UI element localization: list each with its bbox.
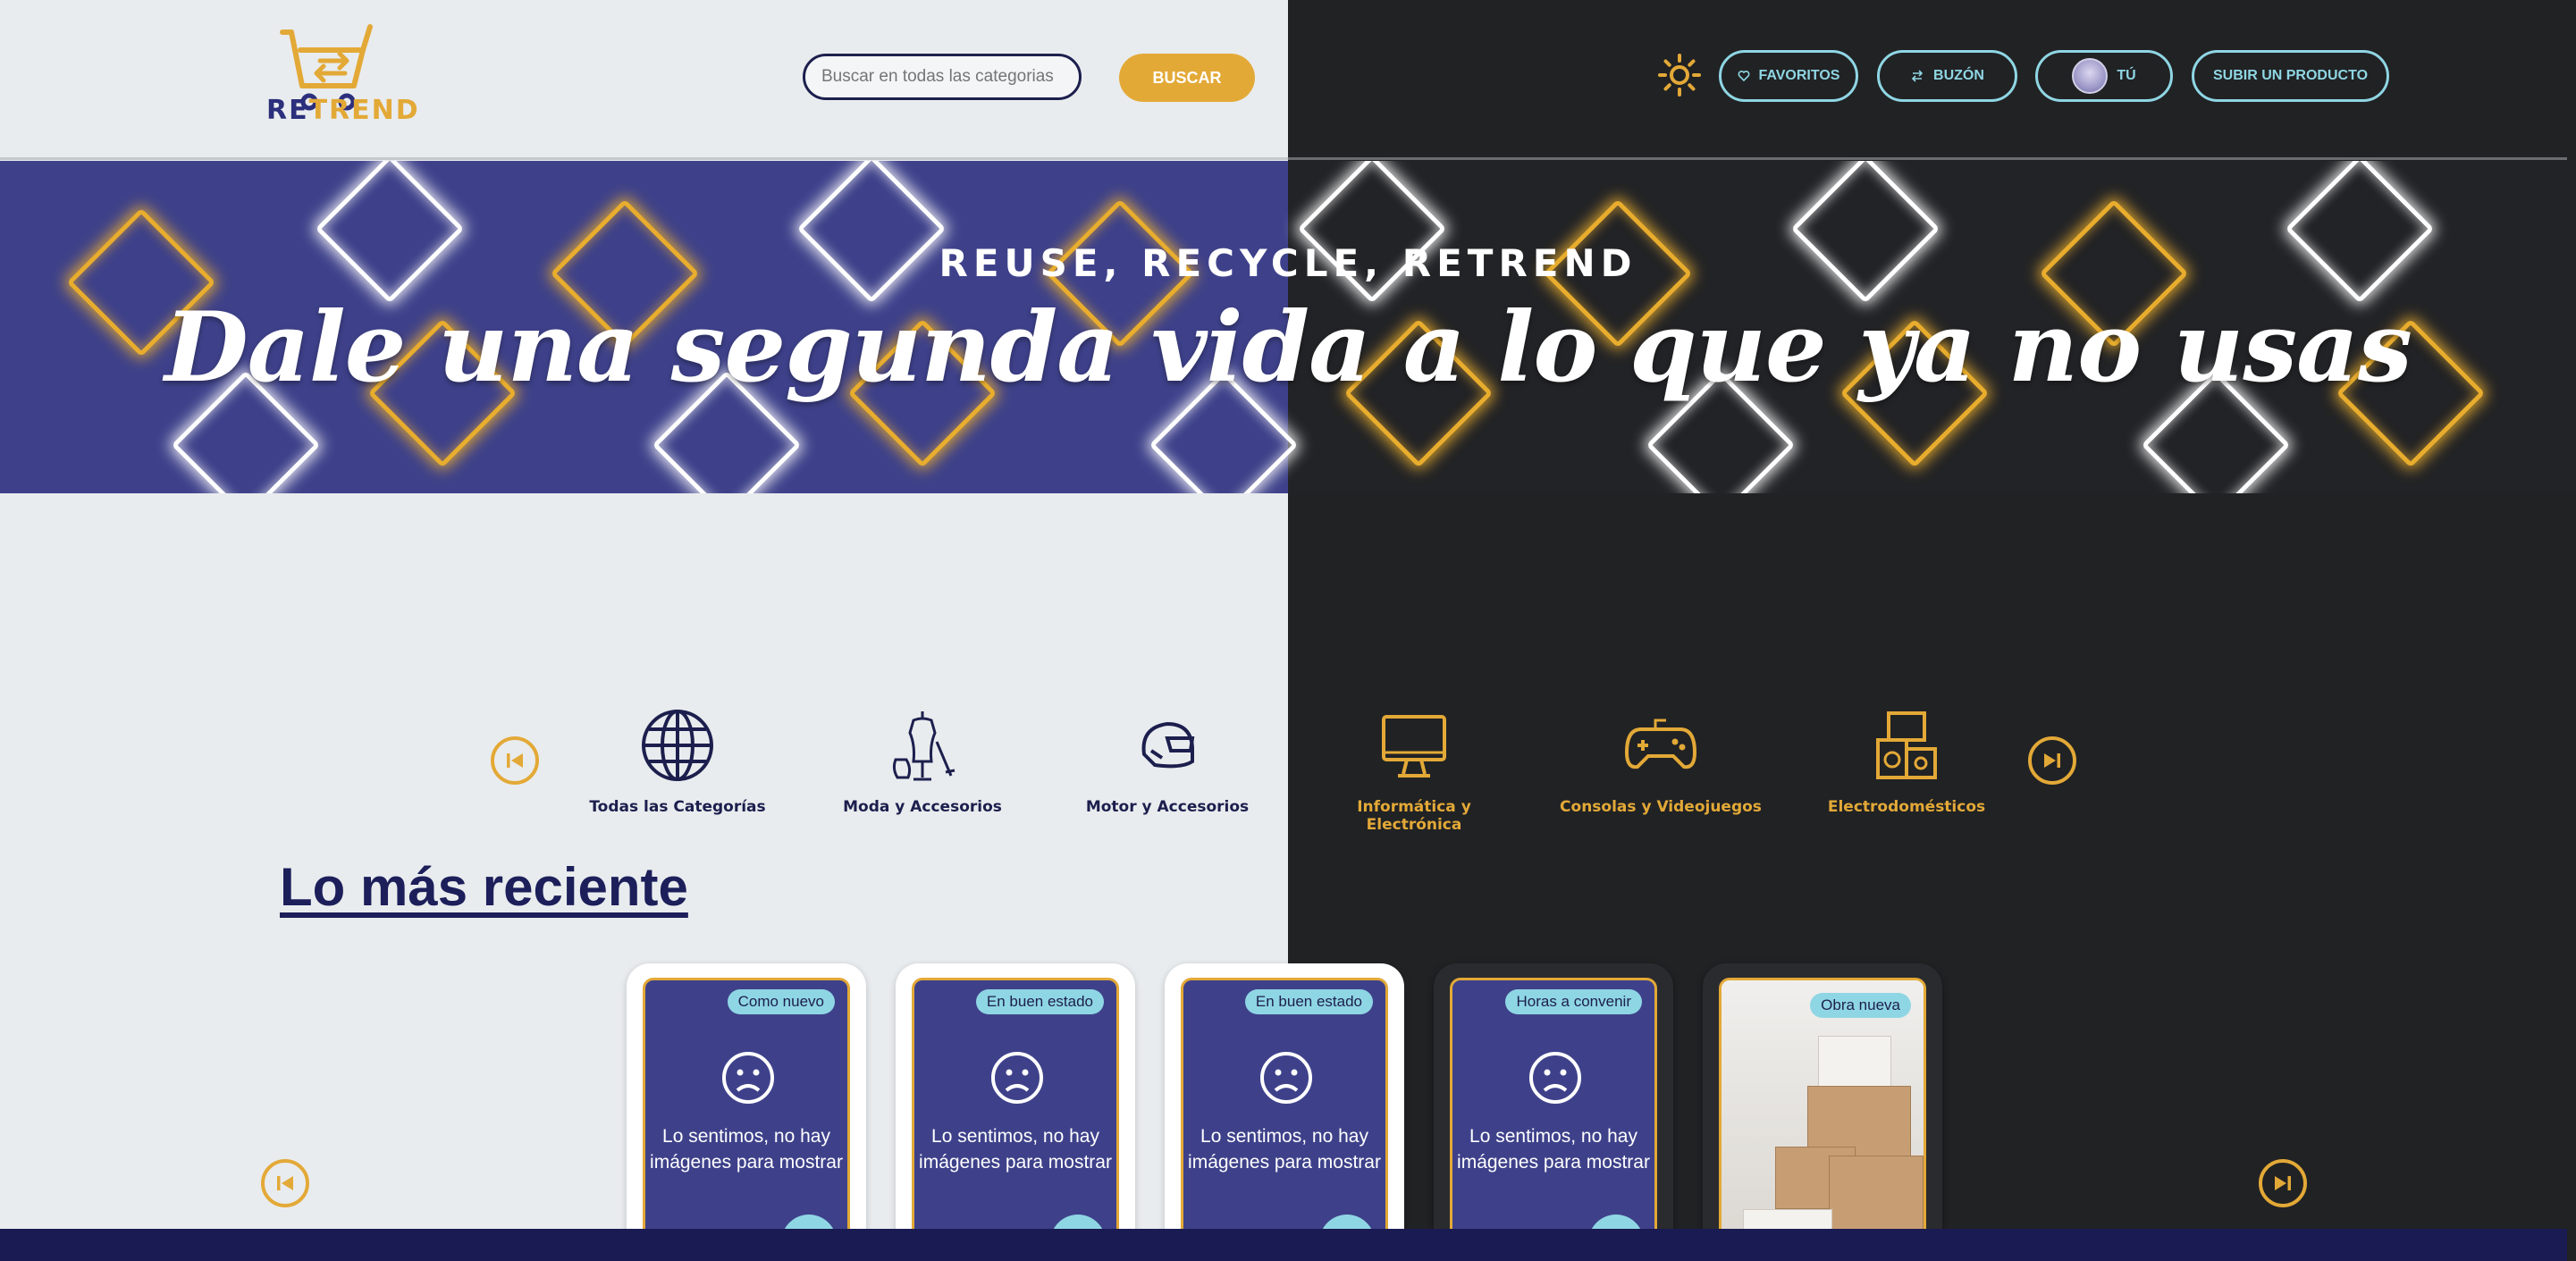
sad-face-icon (1529, 1052, 1581, 1104)
skip-back-icon (277, 1176, 293, 1190)
product-card-body: En buen estado Lo sentimos, no hay imáge… (912, 978, 1119, 1261)
logo-trend: TREND (308, 95, 420, 126)
sad-face-icon (991, 1052, 1043, 1104)
recent-prev-button[interactable] (261, 1159, 309, 1207)
category-motor[interactable]: Motor y Accesorios (1060, 706, 1275, 816)
helmet-icon (1141, 721, 1195, 769)
category-appliances[interactable]: Electrodomésticos (1799, 706, 2014, 816)
product-photo (1722, 980, 1924, 1261)
search-button[interactable]: BUSCAR (1119, 54, 1255, 102)
category-label: Informática y Electrónica (1357, 798, 1471, 834)
category-label: Moda y Accesorios (843, 798, 1002, 816)
no-image-message: Lo sentimos, no hay imágenes para mostra… (1457, 1126, 1650, 1173)
product-card-body: Como nuevo Lo sentimos, no hay imágenes … (643, 978, 850, 1261)
condition-badge: Como nuevo (727, 989, 835, 1014)
no-image-message: Lo sentimos, no hay imágenes para mostra… (650, 1126, 843, 1173)
recent-next-button[interactable] (2259, 1159, 2307, 1207)
no-image-message: Lo sentimos, no hay imágenes para mostra… (1188, 1126, 1381, 1173)
heart-icon (1738, 71, 1749, 82)
category-all[interactable]: Todas las Categorías (570, 706, 785, 816)
category-computing[interactable]: Informática y Electrónica (1307, 706, 1521, 834)
swap-arrows-icon (1911, 70, 1924, 82)
skip-forward-icon (2275, 1176, 2291, 1190)
product-card[interactable]: Obra nueva (1703, 963, 1942, 1261)
globe-icon (642, 710, 713, 781)
no-image-message: Lo sentimos, no hay imágenes para mostra… (919, 1126, 1112, 1173)
appliances-icon (1876, 711, 1937, 779)
condition-badge: Horas a convenir (1505, 989, 1642, 1014)
favorites-button[interactable]: FAVORITOS (1719, 50, 1858, 102)
condition-badge: Obra nueva (1810, 993, 1911, 1018)
product-card-body: Obra nueva (1719, 978, 1926, 1261)
product-card-body: Horas a convenir Lo sentimos, no hay imá… (1450, 978, 1657, 1261)
skip-back-icon (507, 753, 523, 768)
profile-button[interactable]: TÚ (2035, 50, 2173, 102)
category-fashion[interactable]: Moda y Accesorios (815, 706, 1030, 816)
favorites-label: FAVORITOS (1758, 68, 1840, 83)
category-label: Todas las Categorías (589, 798, 766, 816)
recent-section-title[interactable]: Lo más reciente (280, 856, 688, 918)
hero-subtitle: REUSE, RECYCLE, RETREND (939, 241, 1637, 285)
hero-banner: REUSE, RECYCLE, RETREND Dale una segunda… (0, 161, 2576, 493)
category-label: Electrodomésticos (1827, 798, 1986, 816)
category-label: Motor y Accesorios (1085, 798, 1250, 816)
hero-title: Dale una segunda vida a lo que ya no usa… (164, 291, 2412, 404)
monitor-icon (1382, 715, 1446, 778)
condition-badge: En buen estado (975, 989, 1104, 1014)
footer-bar (0, 1229, 2567, 1261)
product-card[interactable]: En buen estado Lo sentimos, no hay imáge… (1165, 963, 1404, 1261)
product-card[interactable]: Horas a convenir Lo sentimos, no hay imá… (1434, 963, 1673, 1261)
category-consoles[interactable]: Consolas y Videojuegos (1553, 706, 1768, 816)
inbox-label: BUZÓN (1933, 68, 1984, 83)
condition-badge: En buen estado (1244, 989, 1373, 1014)
logo-re: RE (266, 95, 309, 126)
categories-prev-button[interactable] (491, 736, 539, 785)
photo-box (1818, 1036, 1891, 1089)
product-card[interactable]: En buen estado Lo sentimos, no hay imáge… (896, 963, 1135, 1261)
product-card[interactable]: Como nuevo Lo sentimos, no hay imágenes … (627, 963, 866, 1261)
categories-next-button[interactable] (2028, 736, 2076, 785)
inbox-button[interactable]: BUZÓN (1877, 50, 2017, 102)
sad-face-icon (722, 1052, 774, 1104)
upload-product-button[interactable]: SUBIR UN PRODUCTO (2192, 50, 2389, 102)
mannequin-icon (892, 711, 955, 781)
site-header: RETREND BUSCAR FAVORITOS BUZÓN TÚ SUBIR … (0, 0, 2576, 160)
logo-wordmark: RETREND (266, 95, 420, 126)
category-label: Consolas y Videojuegos (1560, 798, 1762, 816)
skip-forward-icon (2044, 753, 2060, 768)
search-input[interactable] (803, 54, 1082, 100)
gamepad-icon (1624, 719, 1697, 769)
profile-label: TÚ (2117, 68, 2136, 83)
header-divider-dark (1288, 157, 2567, 160)
product-card-body: En buen estado Lo sentimos, no hay imáge… (1181, 978, 1388, 1261)
sun-icon[interactable] (1658, 54, 1701, 97)
sad-face-icon (1260, 1052, 1312, 1104)
avatar (2072, 58, 2109, 94)
